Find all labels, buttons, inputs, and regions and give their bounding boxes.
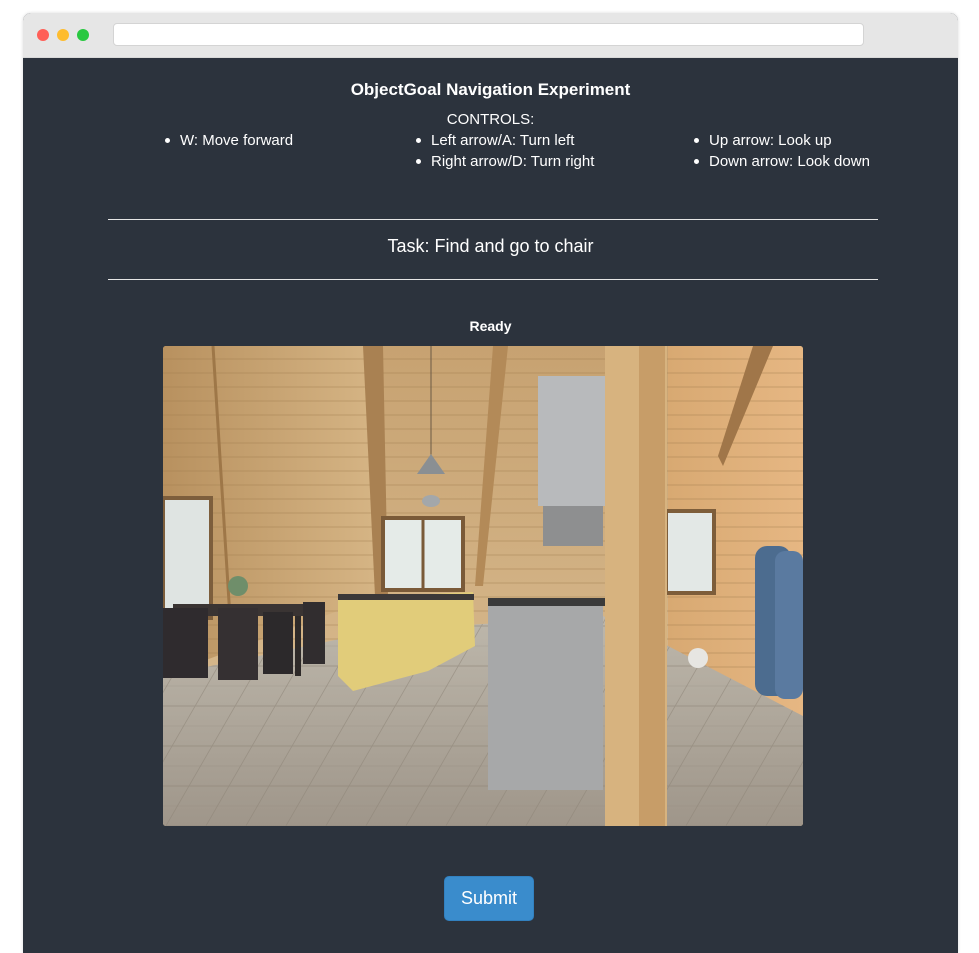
page-title: ObjectGoal Navigation Experiment xyxy=(350,80,631,99)
control-move-forward: W: Move forward xyxy=(164,130,293,151)
page-content: ObjectGoal Navigation Experiment CONTROL… xyxy=(23,57,958,953)
maximize-window-icon[interactable] xyxy=(77,29,89,41)
agent-camera-view[interactable] xyxy=(163,346,803,826)
control-look-down: Down arrow: Look down xyxy=(693,151,870,172)
address-bar[interactable] xyxy=(113,23,864,46)
submit-button[interactable]: Submit xyxy=(444,876,534,921)
close-window-icon[interactable] xyxy=(37,29,49,41)
controls-list-turning: Left arrow/A: Turn left Right arrow/D: T… xyxy=(415,130,594,172)
browser-titlebar xyxy=(23,13,958,58)
control-look-up: Up arrow: Look up xyxy=(693,130,870,151)
task-text: Task: Find and go to chair xyxy=(387,236,594,256)
divider-bottom xyxy=(108,279,878,280)
divider-top xyxy=(108,219,878,220)
browser-window: ObjectGoal Navigation Experiment CONTROL… xyxy=(23,13,958,953)
minimize-window-icon[interactable] xyxy=(57,29,69,41)
status-text: Ready xyxy=(469,318,512,334)
controls-list-movement: W: Move forward xyxy=(164,130,293,151)
control-turn-right: Right arrow/D: Turn right xyxy=(415,151,594,172)
controls-list-looking: Up arrow: Look up Down arrow: Look down xyxy=(693,130,870,172)
controls-heading: CONTROLS: xyxy=(446,111,535,128)
control-turn-left: Left arrow/A: Turn left xyxy=(415,130,594,151)
